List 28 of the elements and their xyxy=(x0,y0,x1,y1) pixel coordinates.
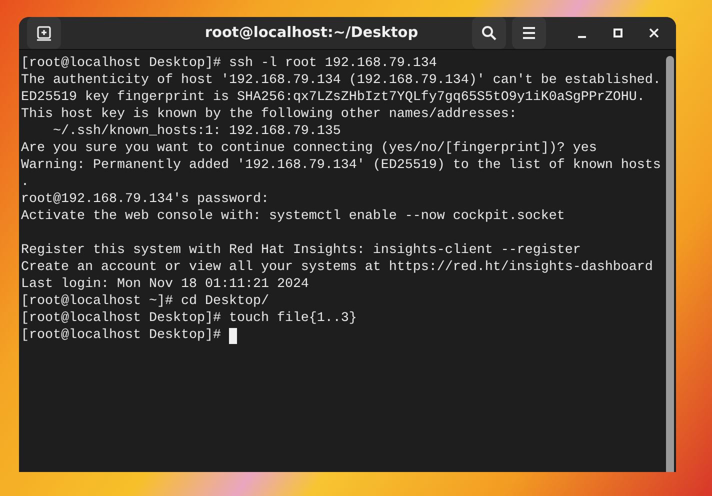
terminal-line: [root@localhost Desktop]# ssh -l root 192.168.79.134 xyxy=(21,55,438,72)
window-title: root@localhost:~/Desktop xyxy=(204,25,420,41)
terminal-line: [root@localhost Desktop]# touch file{1..3} xyxy=(21,310,358,327)
menu-icon xyxy=(521,26,537,40)
new-tab-button[interactable] xyxy=(27,17,61,49)
terminal-line: Warning: Permanently added '192.168.79.134' (ED25519) to the list of known hosts xyxy=(21,157,662,174)
maximize-icon xyxy=(613,28,623,38)
terminal-line: [root@localhost ~]# cd Desktop/ xyxy=(21,293,270,310)
terminal-line: Are you sure you want to continue connecting (yes/no/[fingerprint])? yes xyxy=(21,140,598,157)
terminal-line: ED25519 key fingerprint is SHA256:qx7LZsZHbIzt7YQLfy7gq65S5tO9y1iK0aSgPPrZOHU. xyxy=(21,89,646,106)
terminal-line: Activate the web console with: systemctl enable --now cockpit.socket xyxy=(21,208,566,225)
search-button[interactable] xyxy=(472,17,506,49)
close-icon xyxy=(649,28,659,38)
scrollbar[interactable] xyxy=(666,56,674,472)
terminal-line: Create an account or view all your systems at https://red.ht/insights-dashboard xyxy=(21,259,654,276)
menu-button[interactable] xyxy=(512,17,546,49)
terminal-line: Last login: Mon Nov 18 01:11:21 2024 xyxy=(21,276,310,293)
terminal-line: The authenticity of host '192.168.79.134 (192.168.79.134)' can't be established. xyxy=(21,72,662,89)
terminal-line: . xyxy=(21,174,30,191)
terminal-line: Register this system with Red Hat Insights: insights-client --register xyxy=(21,242,582,259)
terminal-line: This host key is known by the following other names/addresses: xyxy=(21,106,518,123)
terminal-prompt: [root@localhost Desktop]# xyxy=(21,327,221,344)
terminal-line: root@192.168.79.134's password: xyxy=(21,191,270,208)
terminal-line: ~/.ssh/known_hosts:1: 192.168.79.135 xyxy=(52,123,342,140)
search-icon xyxy=(481,25,497,41)
text-cursor xyxy=(228,328,237,344)
new-tab-icon xyxy=(36,25,52,41)
minimize-icon xyxy=(578,36,586,38)
